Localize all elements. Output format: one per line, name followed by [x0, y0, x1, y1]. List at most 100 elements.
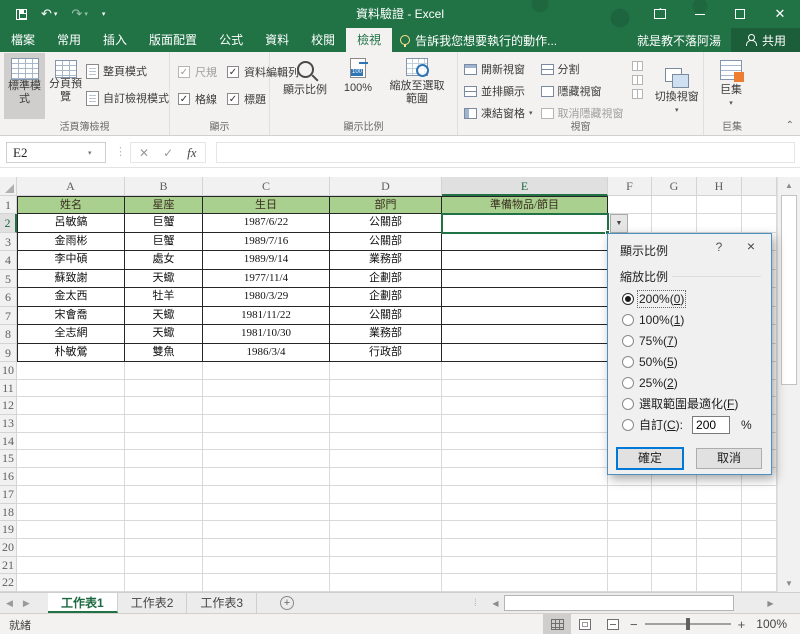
cell-B8[interactable]: 天蠍 — [125, 325, 203, 344]
cell-B21[interactable] — [125, 557, 203, 575]
normal-view-button[interactable]: 標準模式 — [4, 53, 45, 119]
column-header-E[interactable]: E — [442, 177, 608, 196]
cell-E18[interactable] — [442, 504, 608, 522]
sheet-nav-left-icon[interactable]: ◀ — [6, 598, 13, 609]
cell-E16[interactable] — [442, 468, 608, 486]
cell-A8[interactable]: 全志網 — [17, 325, 125, 344]
minimize-button[interactable] — [680, 0, 720, 28]
cell-G19[interactable] — [652, 521, 697, 539]
cell-D18[interactable] — [330, 504, 442, 522]
cell-D21[interactable] — [330, 557, 442, 575]
page-layout-button[interactable]: 整頁模式 — [86, 61, 169, 81]
sheet-tab-工作表1[interactable]: 工作表1 — [48, 593, 118, 613]
cell-D10[interactable] — [330, 362, 442, 380]
cell-B18[interactable] — [125, 504, 203, 522]
cell-D15[interactable] — [330, 450, 442, 468]
cell-B16[interactable] — [125, 468, 203, 486]
cell-D3[interactable]: 公關部 — [330, 233, 442, 252]
cell-B1[interactable]: 星座 — [125, 196, 203, 214]
cell-E7[interactable] — [442, 307, 608, 326]
column-header-H[interactable]: H — [697, 177, 742, 196]
hscroll-thumb[interactable] — [504, 595, 734, 611]
row-header-12[interactable]: 12 — [0, 397, 17, 415]
macros-button[interactable]: 巨集 ▾ — [704, 53, 758, 119]
hide-window-button[interactable]: 隱藏視窗 — [541, 81, 624, 101]
zoom-percentage[interactable]: 100% — [756, 617, 787, 631]
cell-H17[interactable] — [697, 486, 742, 504]
custom-zoom-input[interactable] — [692, 416, 730, 434]
cell-E11[interactable] — [442, 380, 608, 398]
cell-F18[interactable] — [608, 504, 652, 522]
cell-H21[interactable] — [697, 557, 742, 575]
cell-B14[interactable] — [125, 433, 203, 451]
cell-E19[interactable] — [442, 521, 608, 539]
cell-A21[interactable] — [17, 557, 125, 575]
cell-A5[interactable]: 蘇致謝 — [17, 270, 125, 289]
ok-button[interactable]: 確定 — [617, 448, 683, 469]
zoom-button[interactable]: 顯示比例 — [276, 53, 334, 119]
cell-G2[interactable] — [652, 214, 697, 233]
row-header-2[interactable]: 2 — [0, 214, 17, 233]
cell-F19[interactable] — [608, 521, 652, 539]
cell-E21[interactable] — [442, 557, 608, 575]
cell-D19[interactable] — [330, 521, 442, 539]
cell-A15[interactable] — [17, 450, 125, 468]
cell-I19[interactable] — [742, 521, 777, 539]
cell-A19[interactable] — [17, 521, 125, 539]
cell-I2[interactable] — [742, 214, 777, 233]
zoom-option-200%[interactable]: 200%(0) — [622, 288, 765, 309]
cell-D5[interactable]: 企劃部 — [330, 270, 442, 289]
cell-H20[interactable] — [697, 539, 742, 557]
tell-me-box[interactable]: 告訴我您想要執行的動作... — [392, 28, 565, 52]
cell-C17[interactable] — [203, 486, 330, 504]
cell-F21[interactable] — [608, 557, 652, 575]
cell-A2[interactable]: 呂敏鎬 — [17, 214, 125, 233]
cell-D8[interactable]: 業務部 — [330, 325, 442, 344]
page-break-preview-button[interactable]: 分頁預覽 — [45, 53, 86, 119]
cell-C1[interactable]: 生日 — [203, 196, 330, 214]
cell-D13[interactable] — [330, 415, 442, 433]
zoom-option-25%[interactable]: 25%(2) — [622, 372, 765, 393]
cell-A12[interactable] — [17, 397, 125, 415]
cell-D9[interactable]: 行政部 — [330, 344, 442, 363]
cell-D12[interactable] — [330, 397, 442, 415]
add-sheet-button[interactable]: + — [280, 596, 294, 610]
row-header-8[interactable]: 8 — [0, 325, 17, 344]
cell-D1[interactable]: 部門 — [330, 196, 442, 214]
cell-A16[interactable] — [17, 468, 125, 486]
cell-H22[interactable] — [697, 574, 742, 592]
cell-D6[interactable]: 企劃部 — [330, 288, 442, 307]
row-header-19[interactable]: 19 — [0, 521, 17, 539]
view-side-by-side-icon[interactable] — [632, 61, 643, 71]
cell-A9[interactable]: 朴敏鶯 — [17, 344, 125, 363]
hscroll-left-icon[interactable]: ◀ — [488, 596, 503, 611]
data-validation-dropdown-button[interactable]: ▼ — [610, 214, 628, 233]
cell-C11[interactable] — [203, 380, 330, 398]
cell-D22[interactable] — [330, 574, 442, 592]
column-header-D[interactable]: D — [330, 177, 442, 196]
dialog-close-button[interactable]: × — [741, 238, 761, 254]
cell-C18[interactable] — [203, 504, 330, 522]
sheet-nav-right-icon[interactable]: ▶ — [23, 598, 30, 609]
collapse-ribbon-button[interactable]: ⌃ — [786, 120, 794, 131]
cell-E9[interactable] — [442, 344, 608, 363]
row-header-16[interactable]: 16 — [0, 468, 17, 486]
zoom-option-50%[interactable]: 50%(5) — [622, 351, 765, 372]
synchronous-scrolling-icon[interactable] — [632, 75, 643, 85]
cell-E5[interactable] — [442, 270, 608, 289]
new-window-button[interactable]: 開新視窗 — [464, 59, 533, 79]
zoom-in-icon[interactable]: + — [738, 617, 746, 632]
checkbox-ruler[interactable]: ✓ 尺規 — [178, 62, 217, 82]
cell-E10[interactable] — [442, 362, 608, 380]
cancel-entry-icon[interactable]: ✕ — [139, 146, 149, 160]
cell-B5[interactable]: 天蠍 — [125, 270, 203, 289]
cell-G17[interactable] — [652, 486, 697, 504]
row-header-9[interactable]: 9 — [0, 344, 17, 363]
cell-D7[interactable]: 公關部 — [330, 307, 442, 326]
cell-A1[interactable]: 姓名 — [17, 196, 125, 214]
row-header-11[interactable]: 11 — [0, 380, 17, 398]
row-header-17[interactable]: 17 — [0, 486, 17, 504]
cancel-button[interactable]: 取消 — [696, 448, 762, 469]
column-header-F[interactable]: F — [608, 177, 652, 196]
cell-E15[interactable] — [442, 450, 608, 468]
